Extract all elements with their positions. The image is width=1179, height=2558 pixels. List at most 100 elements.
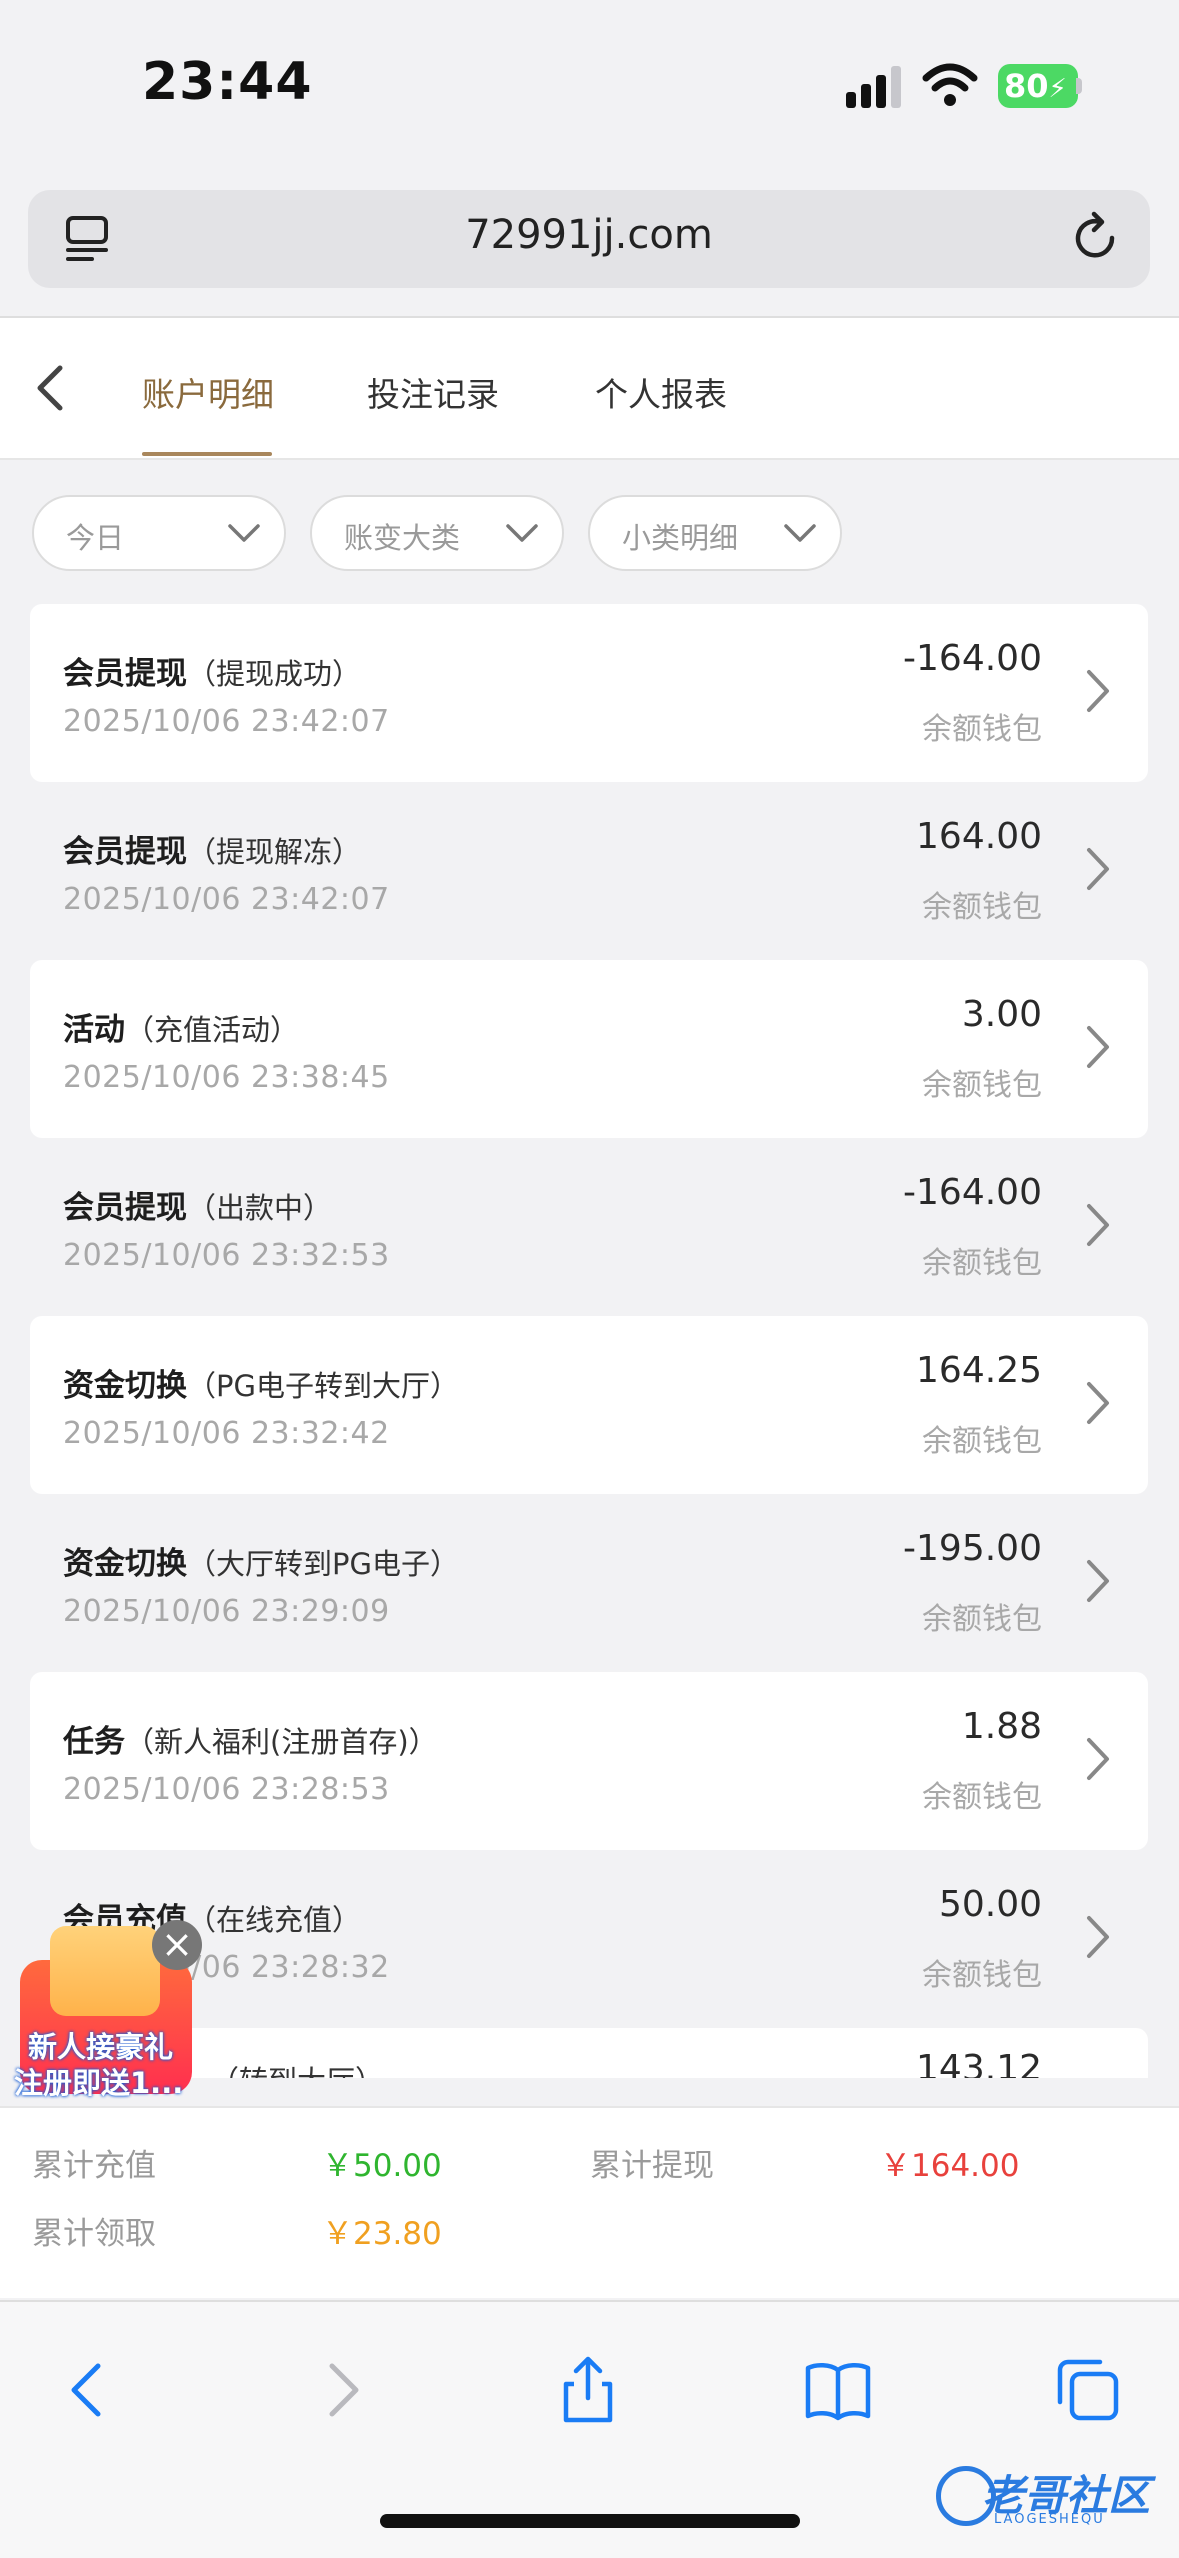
record-date: 2025/10/06 23:29:09: [63, 1594, 390, 1629]
record-amount: 50.00: [938, 1884, 1042, 1925]
record-category: 资金切换: [63, 1368, 187, 1404]
record-subtype: （大厅转到PG电子）: [187, 1547, 459, 1581]
record-subtype: （PG电子转到大厅）: [187, 1369, 459, 1403]
chevron-right-icon: [1087, 670, 1109, 712]
status-time: 23:44: [142, 52, 313, 112]
address-bar[interactable]: 72991jj.com: [28, 190, 1150, 288]
record-date: 2025/10/06 23:32:53: [63, 1238, 390, 1273]
filter-subcategory[interactable]: 小类明细: [588, 495, 842, 571]
filter-date[interactable]: 今日: [32, 495, 286, 571]
record-date: 2025/10/06 23:32:42: [63, 1416, 390, 1451]
record-wallet: 余额钱包: [922, 1602, 1042, 1637]
filter-category-label: 账变大类: [344, 521, 461, 555]
record-subtype: （在线充值）: [187, 1903, 362, 1937]
chevron-down-icon: [506, 524, 538, 542]
record-wallet: 余额钱包: [922, 1068, 1042, 1103]
total-recharge-label: 累计充值: [32, 2148, 156, 2184]
transaction-row[interactable]: 会员提现（提现解冻） 2025/10/06 23:42:07 164.00 余额…: [30, 782, 1148, 960]
record-amount: -195.00: [903, 1528, 1042, 1569]
filter-date-label: 今日: [66, 521, 125, 555]
summary-panel: 累计充值 ￥50.00 累计提现 ￥164.00 累计领取 ￥23.80: [0, 2106, 1179, 2298]
status-bar: 23:44 80⚡: [0, 0, 1179, 170]
total-recharge-value: ￥50.00: [322, 2148, 442, 2184]
tab-account-details[interactable]: 账户明细: [142, 368, 274, 416]
record-amount: 164.00: [916, 816, 1042, 857]
bookmarks-icon[interactable]: [802, 2354, 874, 2426]
transaction-row[interactable]: 会员提现（提现成功） 2025/10/06 23:42:07 -164.00 余…: [30, 604, 1148, 782]
record-subtype: （充值活动）: [125, 1013, 300, 1047]
chevron-right-icon: [1087, 1026, 1109, 1068]
gift-box-icon: [50, 1926, 160, 2016]
filter-category[interactable]: 账变大类: [310, 495, 564, 571]
chevron-down-icon: [228, 524, 260, 542]
battery-cap: [1076, 78, 1082, 94]
record-category: 活动: [63, 1012, 125, 1048]
transaction-row[interactable]: 资金切换（PG电子转到大厅） 2025/10/06 23:32:42 164.2…: [30, 1316, 1148, 1494]
record-category: 资金切换: [63, 1546, 187, 1582]
record-amount: -164.00: [903, 638, 1042, 679]
back-arrow-icon[interactable]: [28, 360, 72, 416]
browser-back-icon[interactable]: [52, 2354, 124, 2426]
transaction-row-partial[interactable]: （转到大厅） 143.12: [30, 2028, 1148, 2078]
close-icon[interactable]: ×: [152, 1920, 202, 1970]
reload-icon[interactable]: [1068, 210, 1124, 266]
browser-forward-icon[interactable]: [306, 2354, 378, 2426]
url-text[interactable]: 72991jj.com: [28, 212, 1150, 258]
watermark-subtext: LAOGESHEQU: [994, 2512, 1105, 2527]
record-wallet: 余额钱包: [922, 1246, 1042, 1281]
chevron-right-icon: [1087, 1738, 1109, 1780]
chevron-right-icon: [1087, 1560, 1109, 1602]
battery-level: 80: [1004, 67, 1049, 105]
record-amount: 164.25: [916, 1350, 1042, 1391]
watermark-logo: 老哥社区 LAOGESHEQU: [936, 2460, 1166, 2536]
share-icon[interactable]: [552, 2354, 624, 2426]
tab-bet-records[interactable]: 投注记录: [367, 368, 499, 416]
record-subtype: （转到大厅）: [210, 2064, 384, 2078]
wifi-icon: [922, 63, 978, 106]
filter-subcategory-label: 小类明细: [622, 521, 739, 555]
record-wallet: 余额钱包: [922, 712, 1042, 747]
promo-floating-badge[interactable]: × 新人接豪礼 注册即送1...: [10, 1920, 202, 2100]
tab-personal-report[interactable]: 个人报表: [595, 368, 727, 416]
transaction-row[interactable]: 会员提现（出款中） 2025/10/06 23:32:53 -164.00 余额…: [30, 1138, 1148, 1316]
chevron-right-icon: [1087, 1916, 1109, 1958]
record-wallet: 余额钱包: [922, 1958, 1042, 1993]
transaction-list: 会员提现（提现成功） 2025/10/06 23:42:07 -164.00 余…: [0, 598, 1179, 2078]
chevron-right-icon: [1087, 1382, 1109, 1424]
transaction-row[interactable]: 活动（充值活动） 2025/10/06 23:38:45 3.00 余额钱包: [30, 960, 1148, 1138]
record-wallet: 余额钱包: [922, 1424, 1042, 1459]
record-amount: 143.12: [916, 2048, 1042, 2078]
transaction-row[interactable]: 资金切换（大厅转到PG电子） 2025/10/06 23:29:09 -195.…: [30, 1494, 1148, 1672]
total-claim-value: ￥23.80: [322, 2216, 442, 2252]
home-indicator: [380, 2514, 800, 2528]
charging-icon: ⚡: [1048, 74, 1067, 104]
record-category: 会员提现: [63, 1190, 187, 1226]
chevron-right-icon: [1087, 848, 1109, 890]
record-amount: -164.00: [903, 1172, 1042, 1213]
record-subtype: （新人福利(注册首存)）: [125, 1725, 438, 1759]
record-amount: 1.88: [961, 1706, 1042, 1747]
active-tab-indicator: [142, 452, 272, 456]
record-category: 会员提现: [63, 656, 187, 692]
record-wallet: 余额钱包: [922, 890, 1042, 925]
battery-indicator: 80⚡: [998, 64, 1078, 108]
promo-line2: 注册即送1...: [14, 2066, 184, 2100]
record-date: 2025/10/06 23:42:07: [63, 882, 390, 917]
record-date: 2025/10/06 23:28:53: [63, 1772, 390, 1807]
cellular-signal-icon: [846, 66, 901, 108]
chevron-down-icon: [784, 524, 816, 542]
chevron-right-icon: [1087, 1204, 1109, 1246]
page-header: 账户明细 投注记录 个人报表: [0, 318, 1179, 460]
record-amount: 3.00: [961, 994, 1042, 1035]
record-category: 会员提现: [63, 834, 187, 870]
transaction-row[interactable]: 任务（新人福利(注册首存)） 2025/10/06 23:28:53 1.88 …: [30, 1672, 1148, 1850]
record-date: 2025/10/06 23:42:07: [63, 704, 390, 739]
record-category: 任务: [63, 1724, 125, 1760]
record-subtype: （提现成功）: [187, 657, 362, 691]
total-withdraw-value: ￥164.00: [880, 2148, 1020, 2184]
record-subtype: （提现解冻）: [187, 835, 362, 869]
record-wallet: 余额钱包: [922, 1780, 1042, 1815]
tabs-icon[interactable]: [1052, 2354, 1124, 2426]
record-subtype: （出款中）: [187, 1191, 333, 1225]
total-claim-label: 累计领取: [32, 2216, 156, 2252]
